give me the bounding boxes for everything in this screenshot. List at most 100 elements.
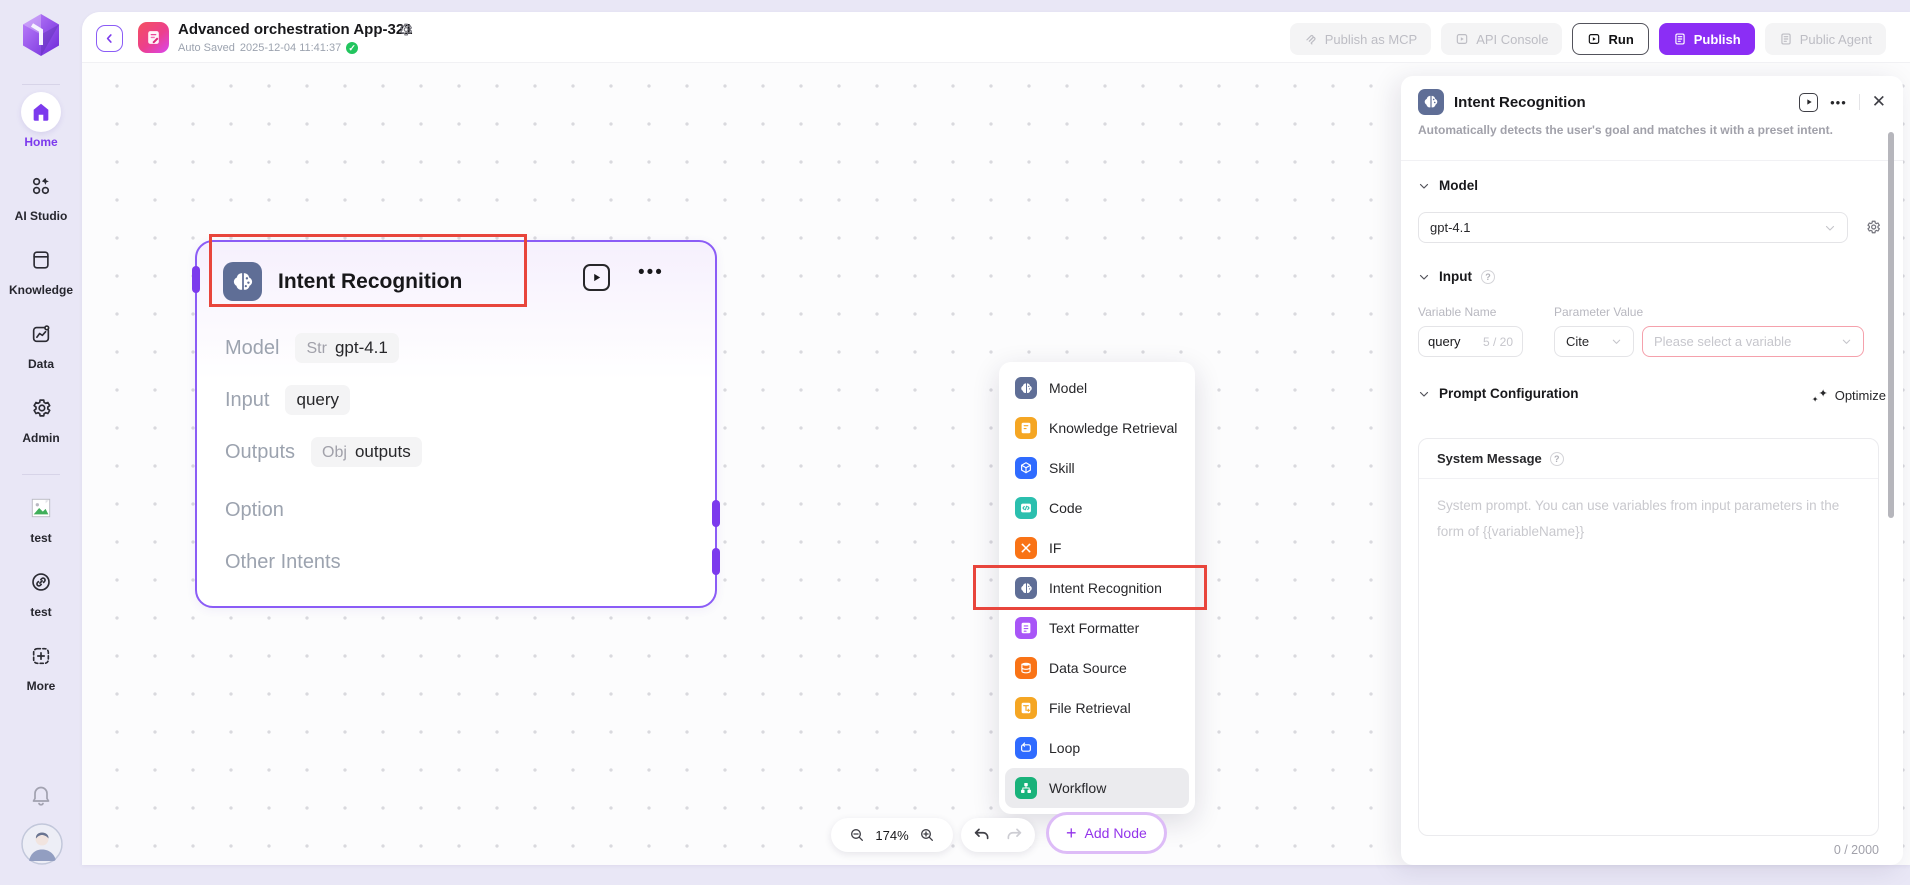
divider	[1859, 94, 1860, 110]
sidebar-item-label: test	[30, 605, 51, 619]
chevron-down-icon	[1841, 336, 1852, 347]
node-run-button[interactable]	[583, 264, 610, 291]
menu-item-text-formatter[interactable]: Text Formatter	[1005, 608, 1189, 648]
close-icon[interactable]: ✕	[1872, 92, 1886, 112]
help-icon[interactable]: ?	[1550, 452, 1564, 466]
zoom-in-icon[interactable]	[919, 827, 935, 843]
brand-logo-icon[interactable]	[18, 12, 64, 60]
publish-button[interactable]: Publish	[1659, 23, 1755, 55]
node-row-label: Outputs	[225, 441, 295, 464]
sparkles-icon: ✦✦	[1812, 387, 1828, 403]
sidebar-item-test-2[interactable]: test	[0, 562, 82, 619]
intent-recognition-node[interactable]: Intent Recognition ••• ModelStrgpt-4.1In…	[195, 240, 717, 608]
run-button[interactable]: Run	[1572, 23, 1648, 55]
node-row-label: Model	[225, 337, 279, 360]
menu-item-knowledge-retrieval[interactable]: Knowledge Retrieval	[1005, 408, 1189, 448]
node-option-handle[interactable]	[712, 500, 720, 527]
parameter-type-select[interactable]: Cite	[1554, 326, 1634, 357]
model-section-header[interactable]: Model	[1418, 178, 1478, 193]
panel-run-button[interactable]	[1799, 93, 1818, 112]
add-node-label: Add Node	[1085, 825, 1147, 841]
run-label: Run	[1608, 32, 1633, 47]
sidebar: Home AI Studio Knowledge Data Admin test test M…	[0, 0, 82, 885]
node-header: Intent Recognition	[223, 262, 462, 301]
model-select-value: gpt-4.1	[1430, 220, 1470, 235]
app-header: Advanced orchestration App-321 Auto Save…	[82, 12, 1910, 63]
node-row-label: Other Intents	[225, 551, 341, 574]
node-more-button[interactable]: •••	[638, 262, 664, 284]
model-settings-gear-icon[interactable]	[1865, 219, 1881, 235]
model-section-label: Model	[1439, 178, 1478, 193]
panel-header: Intent Recognition ••• ✕	[1418, 88, 1886, 116]
node-value-chip: Objoutputs	[311, 437, 422, 467]
notifications-bell-icon[interactable]	[29, 783, 53, 807]
sidebar-item-more[interactable]: More	[0, 636, 82, 693]
input-section-label: Input	[1439, 269, 1472, 284]
input-section-header[interactable]: Input ?	[1418, 269, 1495, 284]
sidebar-item-test-1[interactable]: test	[0, 488, 82, 545]
menu-item-label: Code	[1049, 500, 1082, 516]
knowledge-retrieval-icon	[1015, 417, 1037, 439]
sidebar-divider	[22, 84, 60, 85]
prompt-section-header[interactable]: Prompt Configuration	[1418, 386, 1578, 401]
redo-icon[interactable]	[1005, 826, 1023, 844]
sidebar-item-admin[interactable]: Admin	[0, 388, 82, 445]
user-avatar[interactable]	[21, 823, 63, 865]
model-select[interactable]: gpt-4.1	[1418, 212, 1848, 243]
sidebar-divider	[0, 462, 82, 488]
menu-item-skill[interactable]: Skill	[1005, 448, 1189, 488]
add-node-button[interactable]: + Add Node	[1046, 812, 1167, 854]
loop-icon	[1015, 737, 1037, 759]
back-button[interactable]	[96, 25, 123, 52]
sidebar-item-ai-studio[interactable]: AI Studio	[0, 166, 82, 223]
variable-select[interactable]: Please select a variable	[1642, 326, 1864, 357]
optimize-label: Optimize	[1835, 388, 1886, 403]
menu-item-model[interactable]: Model	[1005, 368, 1189, 408]
menu-item-data-source[interactable]: Data Source	[1005, 648, 1189, 688]
api-console-button: API Console	[1441, 23, 1562, 55]
run-icon	[1587, 32, 1601, 46]
zoom-out-icon[interactable]	[849, 827, 865, 843]
chevron-down-icon	[1611, 336, 1622, 347]
file-retrieval-icon	[1015, 697, 1037, 719]
model-icon	[1015, 377, 1037, 399]
agent-icon	[1779, 32, 1793, 46]
help-icon[interactable]: ?	[1481, 270, 1495, 284]
menu-item-label: File Retrieval	[1049, 700, 1131, 716]
app-settings-gear-icon[interactable]	[398, 22, 413, 37]
node-config-panel: Intent Recognition ••• ✕ Automatically d…	[1401, 76, 1903, 865]
node-input-handle[interactable]	[192, 266, 200, 293]
sidebar-item-knowledge[interactable]: Knowledge	[0, 240, 82, 297]
menu-item-file-retrieval[interactable]: File Retrieval	[1005, 688, 1189, 728]
ai-studio-icon	[21, 166, 61, 206]
variable-name-input[interactable]: query 5 / 20	[1418, 326, 1523, 357]
parameter-type-value: Cite	[1566, 334, 1589, 349]
public-agent-button: Public Agent	[1765, 23, 1886, 55]
panel-scrollbar[interactable]	[1888, 132, 1894, 518]
optimize-button[interactable]: ✦✦ Optimize	[1812, 387, 1886, 403]
intent-recognition-icon	[223, 262, 262, 301]
sidebar-item-label: More	[27, 679, 56, 693]
intent-recognition-icon	[1015, 577, 1037, 599]
menu-item-code[interactable]: Code	[1005, 488, 1189, 528]
menu-item-workflow[interactable]: Workflow	[1005, 768, 1189, 808]
menu-item-intent-recognition[interactable]: Intent Recognition	[1005, 568, 1189, 608]
autosave-label: Auto Saved	[178, 42, 235, 54]
menu-item-if[interactable]: IF	[1005, 528, 1189, 568]
node-value-chip: Strgpt-4.1	[295, 333, 398, 363]
sidebar-item-home[interactable]: Home	[0, 92, 82, 149]
menu-item-label: Skill	[1049, 460, 1075, 476]
system-message-label: System Message	[1437, 451, 1542, 466]
menu-item-loop[interactable]: Loop	[1005, 728, 1189, 768]
system-message-textarea[interactable]: System prompt. You can use variables fro…	[1419, 479, 1859, 560]
sidebar-item-label: Home	[24, 135, 57, 149]
panel-more-button[interactable]: •••	[1830, 95, 1847, 110]
variable-select-placeholder: Please select a variable	[1654, 334, 1791, 349]
history-toolbar	[961, 818, 1035, 852]
undo-icon[interactable]	[973, 826, 991, 844]
header-actions: Publish as MCPAPI ConsoleRunPublishPubli…	[1290, 23, 1886, 55]
node-other-intents-handle[interactable]	[712, 548, 720, 575]
variable-name-label: Variable Name	[1418, 305, 1496, 319]
sidebar-item-data[interactable]: Data	[0, 314, 82, 371]
node-row-other-intents: Other Intents	[225, 536, 695, 588]
